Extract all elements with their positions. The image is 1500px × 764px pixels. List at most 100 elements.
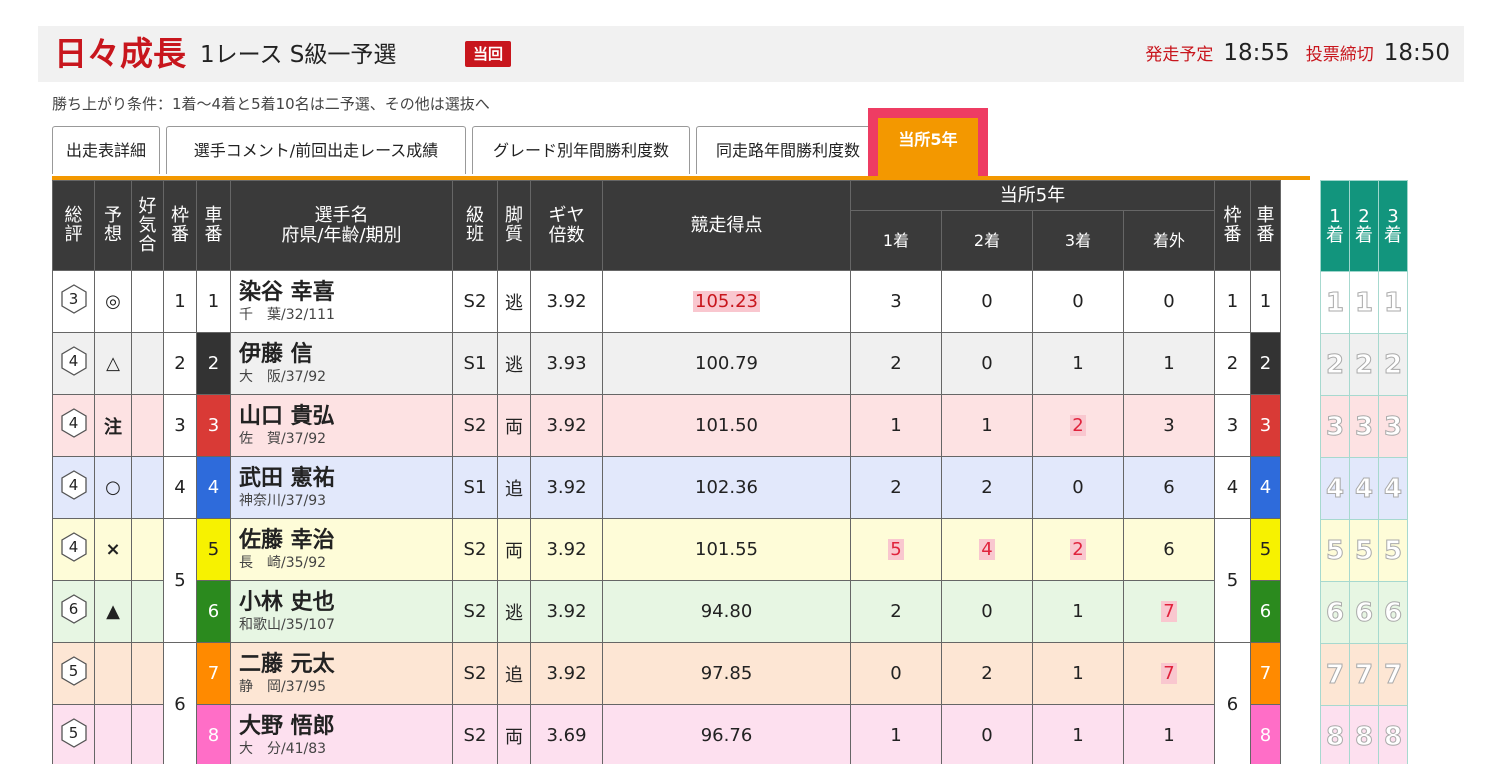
pick-row: 666	[1320, 581, 1408, 644]
pick-1-button[interactable]: 5	[1320, 519, 1350, 582]
bike-number: 1	[196, 270, 231, 333]
local-result-cell: 0	[1032, 270, 1124, 333]
player-cell[interactable]: 二藤 元太静 岡/37/95	[230, 642, 453, 705]
running-style: 追	[497, 642, 531, 705]
player-name: 二藤 元太	[239, 651, 335, 677]
tab-local-5-years[interactable]: 当所5年	[878, 118, 978, 184]
bike-number-right: 6	[1250, 580, 1281, 643]
frame-number: 2	[163, 332, 197, 395]
local-result-g2: 0	[981, 291, 993, 312]
player-cell[interactable]: 武田 憲祐 神奈川/37/93	[230, 456, 453, 519]
race-name: 日々成長	[54, 34, 186, 73]
table-row: 4 △ 2 2 伊藤 信大 阪/37/92 S1 逃 3.93 100.79 2 0 1 1 2 2	[52, 332, 1281, 395]
pick-3-button[interactable]: 1	[1378, 271, 1408, 334]
header-score: 競走得点	[602, 180, 851, 271]
local-result-g1: 3	[890, 291, 902, 312]
pick-header-third-label: 3着	[1384, 205, 1402, 246]
header-waku: 枠番	[163, 180, 197, 271]
local-result-cell: 5	[850, 518, 942, 581]
prediction-mark: △	[94, 332, 132, 395]
player-cell[interactable]: 山口 貴弘佐 賀/37/92	[230, 394, 453, 457]
pick-2-button[interactable]: 7	[1349, 643, 1379, 706]
bet-pick-table: 1着 2着 3着 111222333444555666777888	[1320, 180, 1408, 764]
local-result-cell: 1	[1032, 642, 1124, 705]
pick-2-button[interactable]: 2	[1349, 333, 1379, 396]
player-name: 小林 史也	[239, 589, 335, 615]
hexagon-rating-icon: 4	[60, 470, 88, 500]
pick-2-button[interactable]: 1	[1349, 271, 1379, 334]
score-cell: 102.36	[602, 456, 851, 519]
tab-race-card-detail[interactable]: 出走表詳細	[52, 126, 160, 174]
pick-1-button[interactable]: 6	[1320, 581, 1350, 644]
tab-grade-wins[interactable]: グレード別年間勝利度数	[472, 126, 690, 174]
pick-3-button[interactable]: 8	[1378, 705, 1408, 764]
koki-cell	[131, 332, 164, 395]
pick-2-button[interactable]: 5	[1349, 519, 1379, 582]
player-cell[interactable]: 染谷 幸喜千 葉/32/111	[230, 270, 453, 333]
pick-1-button[interactable]: 3	[1320, 395, 1350, 458]
pick-3-button[interactable]: 7	[1378, 643, 1408, 706]
prediction-mark	[94, 642, 132, 705]
tab-same-track-wins[interactable]: 同走路年間勝利度数	[696, 126, 880, 174]
gear-ratio: 3.92	[530, 456, 603, 519]
pick-3-button[interactable]: 3	[1378, 395, 1408, 458]
player-cell[interactable]: 伊藤 信大 阪/37/92	[230, 332, 453, 395]
local-result-g1: 1	[890, 415, 902, 436]
pick-2-button[interactable]: 4	[1349, 457, 1379, 520]
header-gear: ギヤ倍数	[530, 180, 603, 271]
player-pref-age-term: 千 葉/32/111	[239, 306, 335, 323]
hexagon-rating-icon: 3	[60, 284, 88, 314]
header-soh: 総評	[52, 180, 95, 271]
header-kyaku: 脚質	[497, 180, 531, 271]
bike-number-right: 7	[1250, 642, 1281, 705]
header-local-5-years: 当所5年	[850, 180, 1215, 211]
local-result-g3: 1	[1072, 353, 1084, 374]
table-row: 5 8 大野 悟郎大 分/41/83 S2 両 3.69 96.76 1 0 1 1 8	[52, 704, 1281, 764]
pick-2-button[interactable]: 8	[1349, 705, 1379, 764]
hexagon-rating-icon: 4	[60, 408, 88, 438]
soh-cell: 5	[52, 642, 95, 705]
pick-row: 222	[1320, 333, 1408, 396]
pick-3-button[interactable]: 2	[1378, 333, 1408, 396]
local-result-g1: 5	[888, 539, 904, 560]
pick-3-button[interactable]: 5	[1378, 519, 1408, 582]
player-cell[interactable]: 佐藤 幸治長 崎/35/92	[230, 518, 453, 581]
soh-cell: 6	[52, 580, 95, 643]
player-cell[interactable]: 小林 史也 和歌山/35/107	[230, 580, 453, 643]
header-kyaku-label: 脚質	[505, 205, 523, 245]
gear-ratio: 3.69	[530, 704, 603, 764]
local-result-cell: 4	[941, 518, 1033, 581]
pick-2-button[interactable]: 6	[1349, 581, 1379, 644]
header-koki-label: 好気合	[138, 195, 157, 255]
tab-player-comment[interactable]: 選手コメント/前回出走レース成績	[166, 126, 466, 174]
pick-1-button[interactable]: 1	[1320, 271, 1350, 334]
soh-value: 6	[68, 600, 79, 618]
bike-number: 6	[196, 580, 231, 643]
pick-3-button[interactable]: 4	[1378, 457, 1408, 520]
pick-1-button[interactable]: 2	[1320, 333, 1350, 396]
pick-2-button[interactable]: 3	[1349, 395, 1379, 458]
bike-number: 4	[196, 456, 231, 519]
pick-row: 555	[1320, 519, 1408, 582]
prediction-mark	[94, 704, 132, 764]
bike-number-right: 3	[1250, 394, 1281, 457]
soh-value: 4	[68, 352, 79, 370]
local-result-cell: 0	[1123, 270, 1215, 333]
koki-cell	[131, 580, 164, 643]
score-cell: 97.85	[602, 642, 851, 705]
pick-1-button[interactable]: 4	[1320, 457, 1350, 520]
race-score: 97.85	[700, 663, 753, 684]
frame-number: 6	[163, 642, 197, 764]
local-result-g3: 2	[1070, 539, 1086, 560]
soh-value: 4	[68, 414, 79, 432]
race-score: 102.36	[695, 477, 758, 498]
pick-3-button[interactable]: 6	[1378, 581, 1408, 644]
player-cell[interactable]: 大野 悟郎大 分/41/83	[230, 704, 453, 764]
pick-1-button[interactable]: 7	[1320, 643, 1350, 706]
player-name: 武田 憲祐	[239, 465, 335, 491]
local-result-g2: 2	[981, 477, 993, 498]
running-style: 逃	[497, 580, 531, 643]
pick-1-button[interactable]: 8	[1320, 705, 1350, 764]
pick-header-first: 1着	[1320, 180, 1350, 272]
player-name: 大野 悟郎	[239, 713, 335, 739]
